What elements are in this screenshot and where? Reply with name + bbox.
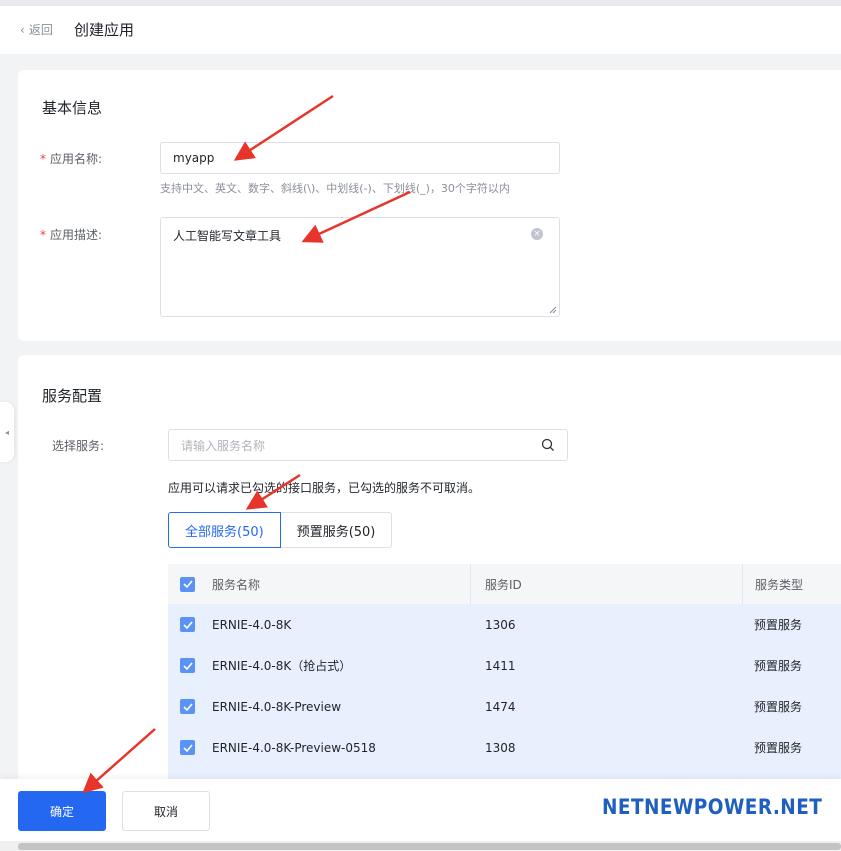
clear-icon[interactable]: × [531, 228, 543, 240]
table-row[interactable]: ERNIE-4.0-8K（抢占式） 1411 预置服务 [168, 645, 841, 686]
table-row[interactable]: ERNIE-4.0-8K-Preview-0518 1308 预置服务 [168, 727, 841, 768]
collapse-handle-icon[interactable]: ◂ [0, 402, 14, 462]
back-link[interactable]: ‹ 返回 [20, 21, 53, 38]
checkbox-checked-icon [182, 580, 193, 588]
basic-info-card: 基本信息 * 应用名称: myapp 支持中文、英文、数字、斜线(\)、中划线(-… [18, 70, 841, 341]
row-checkbox[interactable] [180, 740, 195, 755]
required-mark: * [40, 152, 46, 166]
table-header: 服务名称 服务ID 服务类型 [168, 564, 841, 604]
app-name-label: * 应用名称: [40, 152, 103, 166]
footer-bar: 确定 取消 NETNEWPOWER.NET [0, 779, 841, 841]
cell-service-type: 预置服务 [754, 741, 803, 755]
app-name-value: myapp [173, 151, 215, 165]
app-desc-textarea[interactable]: 人工智能写文章工具 × [160, 217, 560, 317]
service-config-title: 服务配置 [42, 387, 103, 405]
header-service-name: 服务名称 [212, 577, 261, 592]
tab-preset-services[interactable]: 预置服务(50) [280, 512, 393, 548]
page-title: 创建应用 [74, 21, 135, 39]
basic-info-title: 基本信息 [42, 99, 103, 117]
table-row[interactable]: ERNIE-4.0-8K-Preview 1474 预置服务 [168, 686, 841, 727]
checkbox-checked-icon [182, 620, 193, 629]
app-name-input[interactable]: myapp [160, 142, 560, 174]
cell-service-name: ERNIE-4.0-8K-Preview-0518 [212, 740, 376, 755]
cell-service-name: ERNIE-4.0-8K [212, 617, 292, 632]
service-search-input[interactable]: 请输入服务名称 [168, 429, 568, 461]
row-checkbox[interactable] [180, 699, 195, 714]
cell-service-type: 预置服务 [754, 700, 803, 714]
tab-all-services[interactable]: 全部服务(50) [168, 512, 281, 548]
row-checkbox[interactable] [180, 658, 195, 673]
checkbox-checked-icon [182, 743, 193, 752]
horizontal-scrollbar[interactable] [0, 841, 841, 851]
app-desc-value: 人工智能写文章工具 [173, 229, 282, 243]
cell-service-name: ERNIE-4.0-8K-Preview [212, 699, 342, 714]
app-desc-label: * 应用描述: [40, 228, 103, 242]
cell-service-name: ERNIE-4.0-8K（抢占式） [212, 659, 352, 673]
top-bar: ‹ 返回 创建应用 [0, 0, 841, 54]
service-description: 应用可以请求已勾选的接口服务，已勾选的服务不可取消。 [168, 481, 481, 495]
confirm-button[interactable]: 确定 [18, 791, 106, 831]
cell-service-type: 预置服务 [754, 618, 803, 632]
checkbox-checked-icon [182, 702, 193, 711]
table-row[interactable]: ERNIE-4.0-8K 1306 预置服务 [168, 604, 841, 645]
required-mark: * [40, 228, 46, 242]
scrollbar-thumb[interactable] [18, 843, 841, 850]
watermark-logo: NETNEWPOWER.NET [602, 795, 823, 819]
header-service-id: 服务ID [470, 564, 742, 604]
app-name-hint: 支持中文、英文、数字、斜线(\)、中划线(-)、下划线(_)，30个字符以内 [160, 182, 510, 195]
cell-service-id: 1308 [485, 740, 516, 755]
service-tabs: 全部服务(50) 预置服务(50) [168, 512, 393, 548]
select-all-checkbox[interactable] [180, 576, 195, 592]
cell-service-id: 1474 [485, 699, 516, 714]
cell-service-type: 预置服务 [754, 659, 803, 673]
cancel-button[interactable]: 取消 [122, 791, 210, 831]
search-placeholder: 请输入服务名称 [181, 438, 266, 453]
checkbox-checked-icon [182, 661, 193, 670]
chevron-left-icon: ‹ [20, 22, 25, 37]
cell-service-id: 1411 [485, 658, 516, 673]
row-checkbox[interactable] [180, 617, 195, 632]
search-icon[interactable] [541, 438, 555, 452]
resize-handle-icon[interactable] [549, 306, 557, 314]
cell-service-id: 1306 [485, 617, 516, 632]
back-label: 返回 [28, 23, 53, 37]
service-config-card: 服务配置 选择服务: 请输入服务名称 应用可以请求已勾选的接口服务，已勾选的服务… [18, 355, 841, 785]
header-service-type: 服务类型 [742, 564, 841, 604]
select-service-label: 选择服务: [52, 439, 105, 453]
service-table: 服务名称 服务ID 服务类型 ERNIE-4.0-8K 1306 预置服务 ER… [168, 564, 841, 785]
